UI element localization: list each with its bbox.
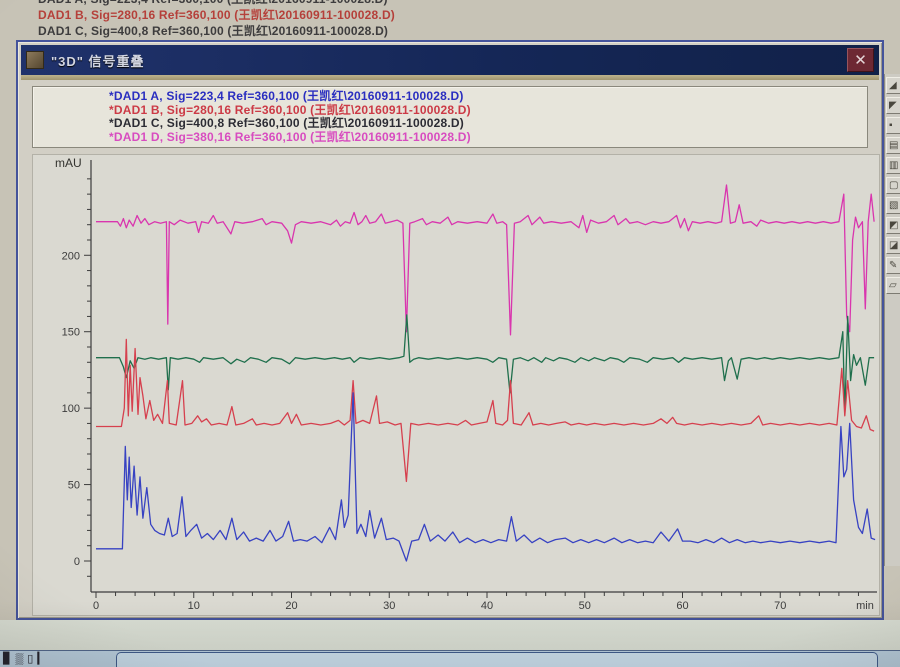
svg-text:0: 0 — [74, 556, 80, 568]
svg-text:70: 70 — [774, 600, 786, 612]
right-tool-icon[interactable]: ◪ — [886, 237, 900, 254]
legend-entry: *DAD1 D, Sig=380,16 Ref=360,100 (王凯红\201… — [109, 129, 471, 144]
background-window-text: DAD1 A, Sig=223,4 Ref=360,100 (王凯红\20160… — [38, 0, 395, 39]
right-tool-icon[interactable]: ▢ — [886, 177, 900, 194]
right-tool-icon[interactable]: ◢ — [886, 77, 900, 94]
taskbar-icon[interactable]: ▯ — [27, 652, 33, 667]
svg-text:10: 10 — [188, 600, 200, 612]
svg-text:150: 150 — [62, 327, 80, 339]
taskbar-icon[interactable]: ▎ — [37, 652, 45, 667]
svg-text:20: 20 — [285, 600, 297, 612]
screen-photo: DAD1 A, Sig=223,4 Ref=360,100 (王凯红\20160… — [0, 0, 900, 667]
svg-text:30: 30 — [383, 600, 395, 612]
window-title: "3D" 信号重叠 — [51, 53, 145, 69]
svg-text:50: 50 — [579, 600, 591, 612]
taskbar-icon[interactable]: ▒ — [15, 652, 23, 667]
right-tool-icon[interactable]: ▪ — [886, 117, 900, 134]
legend-entry: *DAD1 B, Sig=280,16 Ref=360,100 (王凯红\201… — [109, 102, 471, 117]
svg-text:200: 200 — [62, 250, 80, 262]
svg-text:100: 100 — [62, 403, 80, 415]
right-tool-icon[interactable]: ◩ — [886, 217, 900, 234]
chromatogram-chart[interactable]: mAU 0 50 100 150 200 0 10 20 30 40 50 60 70 min — [32, 154, 880, 616]
signal-overlay-window: "3D" 信号重叠 ✕ *DAD1 A, Sig=223,4 Ref=360,1… — [16, 40, 884, 620]
svg-text:40: 40 — [481, 600, 493, 612]
taskbar-icons: ▊ ▒ ▯ ▎ — [3, 652, 46, 667]
right-tool-icon[interactable]: ▤ — [886, 137, 900, 154]
svg-text:min: min — [856, 600, 874, 612]
taskbar-window-button[interactable] — [116, 652, 878, 667]
legend-entry: *DAD1 C, Sig=400,8 Ref=360,100 (王凯红\2016… — [109, 116, 464, 130]
background-signal-line: DAD1 C, Sig=400,8 Ref=360,100 (王凯红\20160… — [38, 24, 389, 38]
right-tool-icon[interactable]: ◤ — [886, 97, 900, 114]
taskbar-icon[interactable]: ▊ — [3, 652, 11, 667]
right-tool-icon[interactable]: ✎ — [886, 257, 900, 274]
svg-text:0: 0 — [93, 600, 99, 612]
taskbar[interactable]: ▊ ▒ ▯ ▎ — [0, 650, 900, 667]
chromatogram-trace — [96, 392, 876, 562]
svg-text:60: 60 — [676, 600, 688, 612]
chromatogram-trace — [96, 184, 875, 336]
desktop-strip — [0, 620, 900, 651]
svg-text:50: 50 — [68, 480, 80, 492]
legend-panel: *DAD1 A, Sig=223,4 Ref=360,100 (王凯红\2016… — [32, 86, 868, 148]
window-titlebar[interactable]: "3D" 信号重叠 ✕ — [21, 45, 879, 75]
titlebar-divider — [21, 75, 879, 80]
background-signal-line: DAD1 A, Sig=223,4 Ref=360,100 (王凯红\20160… — [38, 0, 395, 7]
close-button[interactable]: ✕ — [847, 48, 874, 72]
chromatogram-trace — [96, 338, 875, 483]
right-tool-icon[interactable]: ▧ — [886, 197, 900, 214]
background-right-toolbar: ◢ ◤ ▪ ▤ ▥ ▢ ▧ ◩ ◪ ✎ ▱ — [884, 74, 900, 566]
chromatogram-trace — [96, 314, 875, 415]
y-axis-unit-label: mAU — [55, 156, 82, 170]
legend-entry: *DAD1 A, Sig=223,4 Ref=360,100 (王凯红\2016… — [109, 89, 464, 103]
close-icon: ✕ — [854, 52, 867, 69]
plot-svg: 0 50 100 150 200 0 10 20 30 40 50 60 70 min — [62, 160, 877, 612]
background-signal-line: DAD1 B, Sig=280,16 Ref=360,100 (王凯红\2016… — [38, 8, 396, 22]
right-tool-icon[interactable]: ▱ — [886, 277, 900, 294]
window-icon — [26, 51, 44, 69]
right-tool-icon[interactable]: ▥ — [886, 157, 900, 174]
